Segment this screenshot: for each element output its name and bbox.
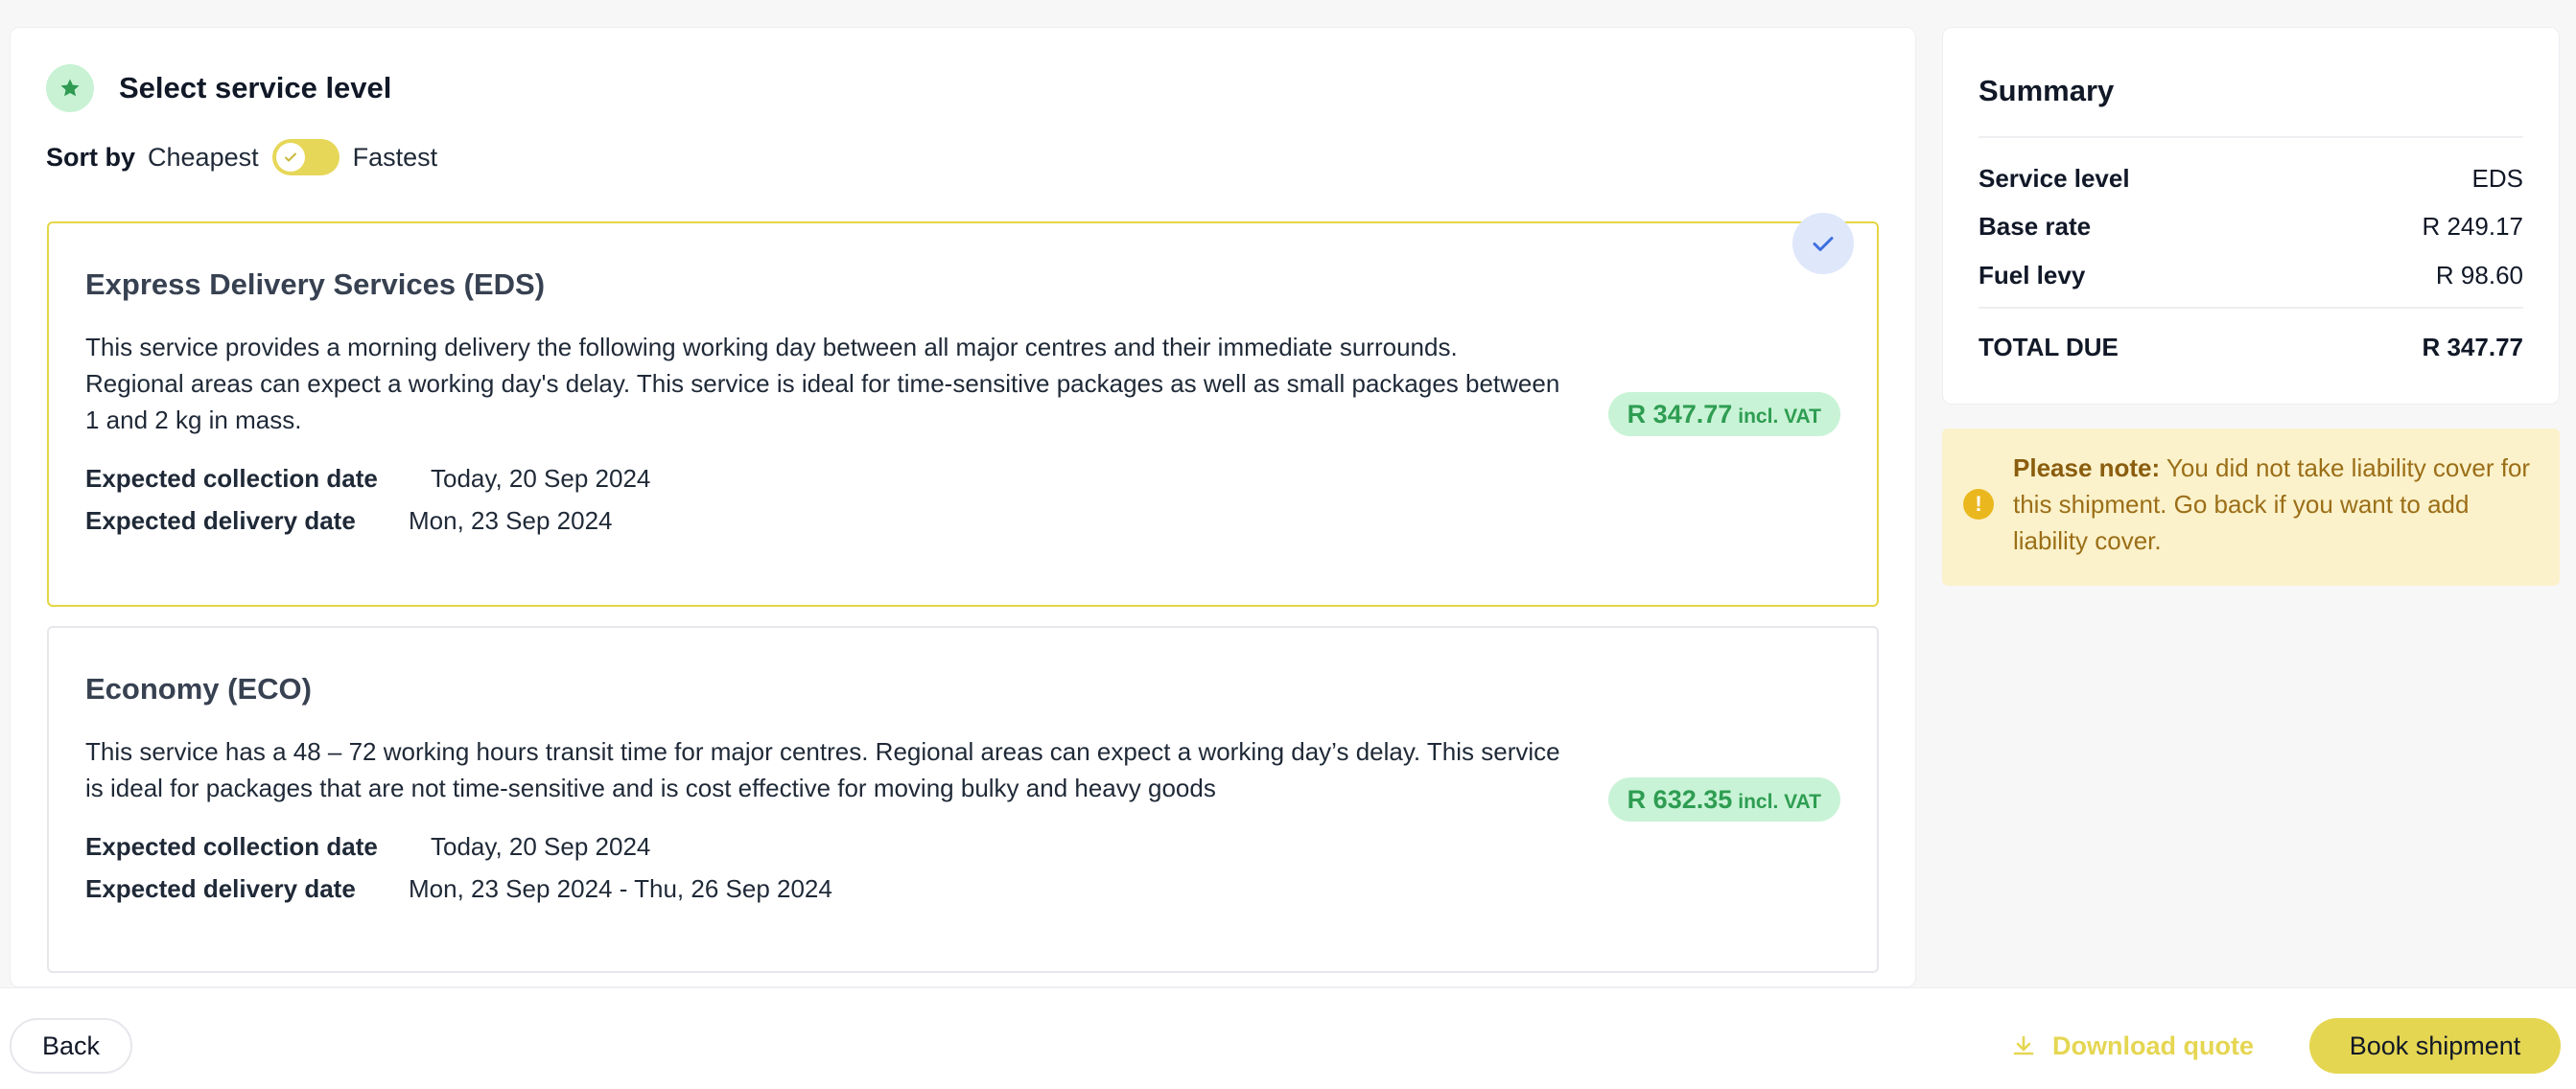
total-label: TOTAL DUE — [1979, 333, 2119, 361]
book-shipment-button[interactable]: Book shipment — [2309, 1018, 2561, 1074]
summary-title: Summary — [1979, 74, 2115, 107]
delivery-date-value: Mon, 23 Sep 2024 — [409, 506, 613, 535]
delivery-date-row: Expected delivery date Mon, 23 Sep 2024 — [85, 506, 613, 536]
service-title: Economy (ECO) — [85, 672, 312, 706]
total-value: R 347.77 — [2422, 333, 2523, 361]
summary-row-total: TOTAL DUE R 347.77 — [1979, 333, 2523, 362]
note-bold: Please note: — [2013, 453, 2161, 482]
section-header: Select service level — [46, 64, 391, 112]
section-title: Select service level — [119, 71, 392, 104]
service-description: This service provides a morning delivery… — [85, 333, 1560, 434]
collection-date-value: Today, 20 Sep 2024 — [431, 832, 651, 861]
service-card-eds[interactable]: Express Delivery Services (EDS) This ser… — [47, 221, 1879, 607]
star-icon — [46, 64, 94, 112]
summary-panel: Summary Service level EDS Base rate R 24… — [1942, 27, 2560, 405]
exclamation-icon: ! — [1963, 489, 1994, 520]
price-amount: R 347.77 — [1627, 400, 1733, 429]
delivery-date-label: Expected delivery date — [85, 874, 356, 903]
footer-bar: Back Download quote Book shipment — [0, 987, 2576, 1089]
divider — [1979, 307, 2523, 309]
sort-control: Sort by Cheapest Fastest — [46, 135, 437, 179]
summary-row-base-rate: Base rate R 249.17 — [1979, 212, 2523, 242]
download-quote-button[interactable]: Download quote — [2012, 1018, 2254, 1074]
collection-date-value: Today, 20 Sep 2024 — [431, 464, 651, 493]
price-badge: R 347.77 incl. VAT — [1607, 392, 1840, 436]
note-text: Please note: You did not take liability … — [2013, 450, 2541, 559]
delivery-date-row: Expected delivery date Mon, 23 Sep 2024 … — [85, 874, 832, 904]
summary-row-fuel-levy: Fuel levy R 98.60 — [1979, 261, 2523, 290]
price-vat-suffix: incl. VAT — [1738, 791, 1821, 813]
collection-date-row: Expected collection date Today, 20 Sep 2… — [85, 464, 650, 494]
download-icon — [2013, 1035, 2034, 1055]
summary-label: Base rate — [1979, 212, 2092, 241]
price-badge: R 632.35 incl. VAT — [1607, 777, 1840, 822]
summary-label: Fuel levy — [1979, 261, 2086, 290]
collection-date-label: Expected collection date — [85, 832, 378, 861]
checkmark-icon — [1792, 213, 1854, 274]
service-description: This service has a 48 – 72 working hours… — [85, 737, 1560, 802]
liability-note: ! Please note: You did not take liabilit… — [1942, 429, 2560, 586]
divider — [1979, 136, 2523, 138]
sort-option-cheapest[interactable]: Cheapest — [148, 143, 259, 173]
price-vat-suffix: incl. VAT — [1738, 405, 1821, 428]
summary-label: Service level — [1979, 164, 2130, 193]
back-button[interactable]: Back — [10, 1018, 132, 1074]
download-quote-label: Download quote — [2052, 1031, 2254, 1060]
delivery-date-label: Expected delivery date — [85, 506, 356, 535]
summary-value: R 249.17 — [2422, 212, 2523, 241]
service-title: Express Delivery Services (EDS) — [85, 267, 546, 301]
summary-value: EDS — [2471, 164, 2523, 193]
price-amount: R 632.35 — [1627, 785, 1733, 814]
sort-label: Sort by — [46, 142, 136, 172]
delivery-date-value: Mon, 23 Sep 2024 - Thu, 26 Sep 2024 — [409, 874, 832, 903]
sort-toggle[interactable] — [271, 139, 340, 175]
collection-date-label: Expected collection date — [85, 464, 378, 493]
check-icon — [275, 143, 305, 172]
summary-row-service-level: Service level EDS — [1979, 164, 2523, 194]
sort-option-fastest[interactable]: Fastest — [353, 143, 438, 173]
service-card-eco[interactable]: Economy (ECO) This service has a 48 – 72… — [47, 626, 1879, 973]
service-level-panel: Select service level Sort by Cheapest Fa… — [10, 27, 1916, 987]
summary-value: R 98.60 — [2435, 261, 2523, 290]
collection-date-row: Expected collection date Today, 20 Sep 2… — [85, 832, 650, 862]
